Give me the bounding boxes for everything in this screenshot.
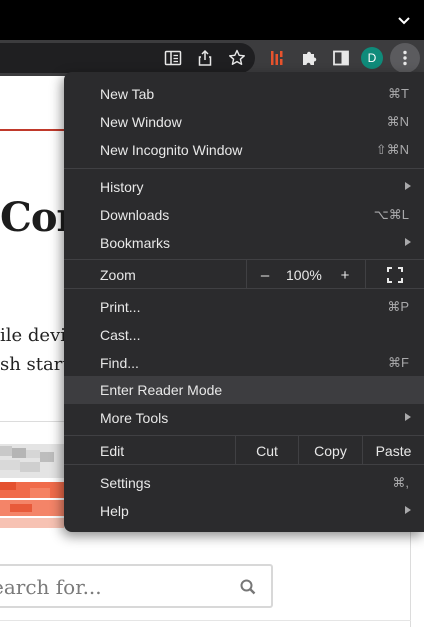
- zoom-row: Zoom – 100% +: [64, 260, 424, 288]
- menu-item-help[interactable]: Help: [64, 497, 424, 525]
- menu-separator: [64, 288, 424, 289]
- menu-item-label: Find...: [100, 355, 139, 371]
- menu-item-downloads[interactable]: Downloads ⌥⌘L: [64, 201, 424, 229]
- menu-item-label: Enter Reader Mode: [100, 382, 223, 398]
- search-placeholder: earch for...: [0, 575, 102, 599]
- menu-item-label: History: [100, 179, 144, 195]
- zoom-label: Zoom: [100, 267, 136, 283]
- menu-item-cast[interactable]: Cast...: [64, 321, 424, 349]
- submenu-arrow-icon: [405, 238, 411, 246]
- menu-item-find[interactable]: Find... ⌘F: [64, 349, 424, 377]
- menu-item-label: Print...: [100, 299, 141, 315]
- window-title-strip: [0, 0, 424, 40]
- menu-item-label: New Incognito Window: [100, 142, 243, 158]
- menu-item-label: New Tab: [100, 86, 155, 102]
- extension-logo-icon[interactable]: [267, 48, 287, 68]
- menu-item-label: Cast...: [100, 327, 141, 343]
- menu-item-more-tools[interactable]: More Tools: [64, 404, 424, 432]
- menu-item-print[interactable]: Print... ⌘P: [64, 293, 424, 321]
- menu-item-new-window[interactable]: New Window ⌘N: [64, 108, 424, 136]
- menu-item-label: New Window: [100, 114, 182, 130]
- zoom-level: 100%: [286, 267, 322, 283]
- submenu-arrow-icon: [405, 182, 411, 190]
- edit-row: Edit Cut Copy Paste: [64, 436, 424, 464]
- profile-avatar[interactable]: D: [361, 47, 383, 69]
- copy-button[interactable]: Copy: [299, 443, 362, 459]
- shortcut-label: ⌘T: [388, 86, 409, 101]
- zoom-out-button[interactable]: –: [255, 267, 275, 284]
- cut-button[interactable]: Cut: [236, 443, 298, 459]
- menu-separator: [365, 260, 366, 288]
- shortcut-label: ⌘F: [388, 355, 409, 370]
- blurred-thumbnail[interactable]: [0, 444, 64, 528]
- extensions-puzzle-icon[interactable]: [299, 48, 319, 68]
- shortcut-label: ⌥⌘L: [373, 207, 409, 222]
- search-input[interactable]: earch for...: [0, 564, 273, 608]
- menu-item-history[interactable]: History: [64, 173, 424, 201]
- menu-item-label: Settings: [100, 475, 151, 491]
- edit-label: Edit: [100, 443, 125, 459]
- accent-divider: [0, 129, 66, 131]
- menu-separator: [64, 168, 424, 169]
- reading-list-icon[interactable]: [163, 48, 183, 68]
- divider: [0, 620, 411, 621]
- side-panel-icon[interactable]: [331, 48, 351, 68]
- chevron-down-icon[interactable]: [394, 10, 414, 30]
- menu-separator: [64, 464, 424, 465]
- menu-separator: [246, 260, 247, 288]
- zoom-in-button[interactable]: +: [335, 267, 355, 284]
- menu-item-label: More Tools: [100, 410, 169, 426]
- browser-menu: New Tab ⌘T New Window ⌘N New Incognito W…: [64, 72, 424, 532]
- menu-item-settings[interactable]: Settings ⌘,: [64, 469, 424, 497]
- shortcut-label: ⇧⌘N: [375, 142, 409, 157]
- menu-item-new-tab[interactable]: New Tab ⌘T: [64, 80, 424, 108]
- submenu-arrow-icon: [405, 506, 411, 514]
- more-vertical-icon: [403, 50, 407, 66]
- bookmark-star-icon[interactable]: [227, 48, 247, 68]
- share-icon[interactable]: [195, 48, 215, 68]
- shortcut-label: ⌘,: [392, 475, 409, 490]
- menu-item-enter-reader-mode[interactable]: Enter Reader Mode: [64, 376, 424, 404]
- browser-toolbar: D: [0, 40, 424, 76]
- fullscreen-icon[interactable]: [387, 267, 403, 283]
- shortcut-label: ⌘N: [386, 114, 409, 129]
- address-bar[interactable]: [0, 43, 255, 73]
- shortcut-label: ⌘P: [387, 299, 409, 314]
- paste-button[interactable]: Paste: [363, 443, 424, 459]
- menu-item-bookmarks[interactable]: Bookmarks: [64, 229, 424, 257]
- menu-button[interactable]: [390, 43, 420, 73]
- search-icon[interactable]: [239, 578, 257, 596]
- menu-item-label: Help: [100, 503, 129, 519]
- menu-item-label: Bookmarks: [100, 235, 171, 251]
- submenu-arrow-icon: [405, 413, 411, 421]
- menu-item-label: Downloads: [100, 207, 170, 223]
- menu-item-new-incognito-window[interactable]: New Incognito Window ⇧⌘N: [64, 136, 424, 164]
